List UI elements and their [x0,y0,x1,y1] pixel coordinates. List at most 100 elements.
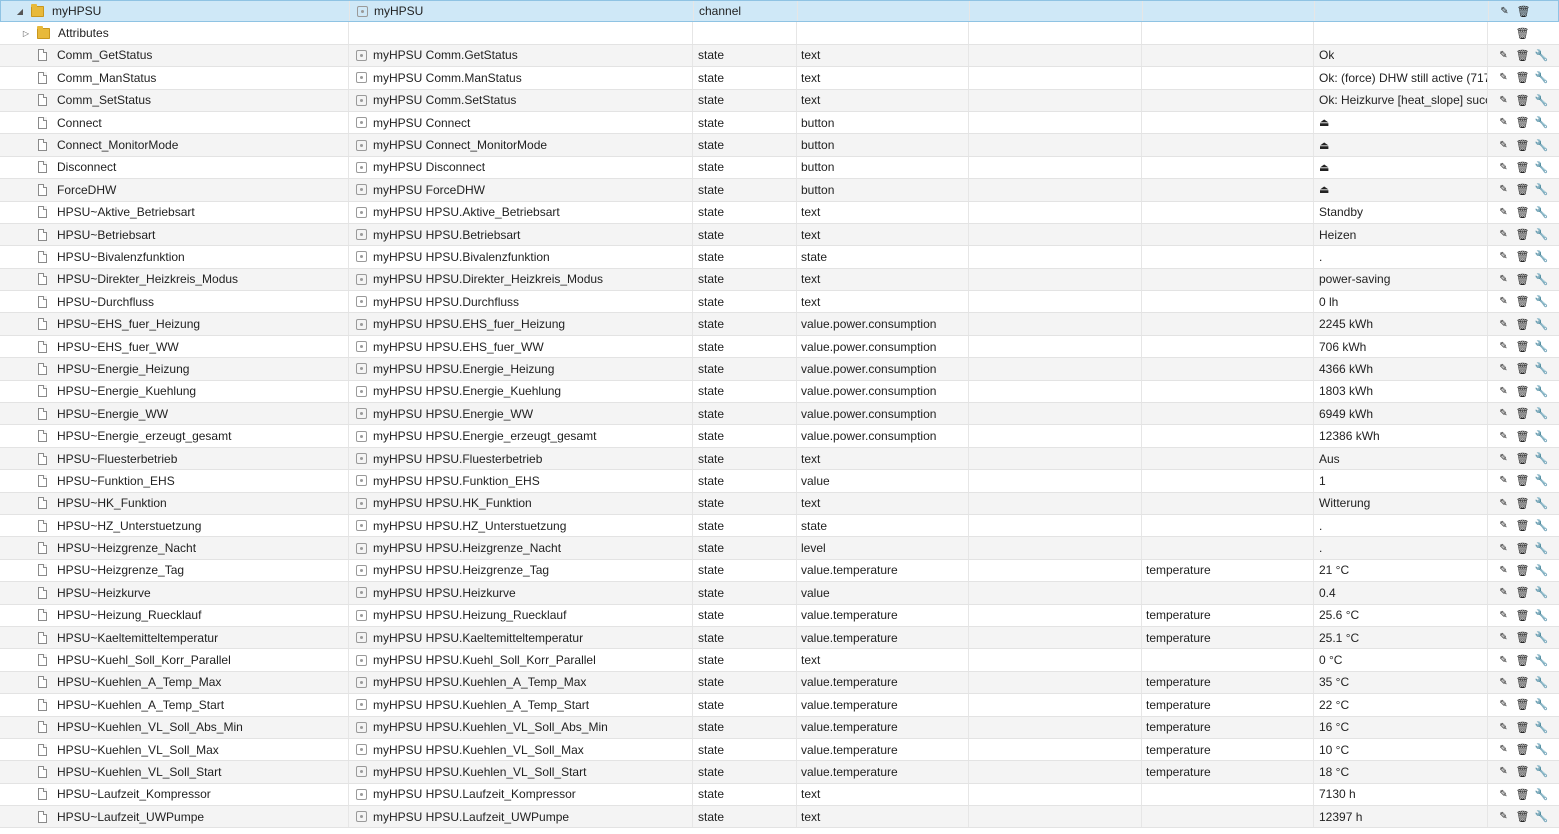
object-value[interactable]: 10 °C [1319,743,1349,757]
trash-icon[interactable]: 🗑 [1513,206,1532,219]
table-row[interactable]: Connect myHPSU Connect state button ⏏ ✎ 🗑 🔧 [0,111,1559,135]
object-value[interactable]: 35 °C [1319,675,1349,689]
table-row[interactable]: HPSU~Aktive_Betriebsart myHPSU HPSU.Aktiv… [0,201,1559,224]
value-cell[interactable]: 18 °C [1314,761,1488,783]
pencil-icon[interactable]: ✎ [1494,610,1513,621]
wrench-icon[interactable]: 🔧 [1532,452,1551,465]
object-value[interactable]: 6949 kWh [1319,407,1373,421]
object-value[interactable]: 0 °C [1319,653,1342,667]
object-value[interactable]: power-saving [1319,272,1390,286]
table-row[interactable]: HPSU~Durchfluss myHPSU HPSU.Durchfluss sta… [0,291,1559,314]
trash-icon[interactable]: 🗑 [1513,474,1532,487]
table-row[interactable]: HPSU~Heizkurve myHPSU HPSU.Heizkurve state… [0,582,1559,605]
pencil-icon[interactable]: ✎ [1494,677,1513,688]
eject-icon[interactable]: ⏏ [1319,161,1329,174]
object-value[interactable]: 0 lh [1319,295,1338,309]
pencil-icon[interactable]: ✎ [1494,72,1513,83]
object-value[interactable]: 12386 kWh [1319,429,1380,443]
trash-icon[interactable]: 🗑 [1513,542,1532,555]
value-cell[interactable]: 25.1 °C [1314,626,1488,649]
pencil-icon[interactable]: ✎ [1494,408,1513,419]
pencil-icon[interactable]: ✎ [1494,789,1513,800]
wrench-icon[interactable]: 🔧 [1532,474,1551,487]
wrench-icon[interactable]: 🔧 [1532,497,1551,510]
wrench-icon[interactable]: 🔧 [1532,340,1551,353]
trash-icon[interactable]: 🗑 [1513,250,1532,263]
value-cell[interactable]: 0 lh [1314,291,1488,313]
value-cell[interactable]: Ok [1314,44,1488,67]
value-cell[interactable]: 16 °C [1314,716,1488,738]
object-value[interactable]: Ok [1319,48,1334,62]
value-cell[interactable]: power-saving [1314,268,1488,291]
table-row[interactable]: HPSU~EHS_fuer_WW myHPSU HPSU.EHS_fuer_WW s… [0,335,1559,359]
table-row[interactable]: HPSU~Kaeltemitteltemperatur myHPSU HPSU.K… [0,626,1559,650]
value-cell[interactable]: 1 [1314,470,1488,492]
table-row[interactable]: HPSU~Direkter_Heizkreis_Modus myHPSU HPSU… [0,268,1559,292]
object-value[interactable]: . [1319,541,1322,555]
object-value[interactable]: Witterung [1319,496,1370,510]
trash-icon[interactable]: 🗑 [1513,273,1532,286]
tree-row-channel[interactable]: ◢ myHPSU myHPSU channel ✎ 🗑 [0,0,1559,23]
trash-icon[interactable]: 🗑 [1513,407,1532,420]
trash-icon[interactable]: 🗑 [1513,49,1532,62]
pencil-icon[interactable]: ✎ [1494,386,1513,397]
wrench-icon[interactable]: 🔧 [1532,94,1551,107]
object-value[interactable]: Ok: Heizkurve [heat_slope] succ [1319,93,1487,107]
table-row[interactable]: HPSU~Kuehlen_A_Temp_Start myHPSU HPSU.Kue… [0,694,1559,717]
value-cell[interactable]: 0 °C [1314,649,1488,671]
object-value[interactable]: Ok: (force) DHW still active (717 [1319,71,1487,85]
wrench-icon[interactable]: 🔧 [1532,743,1551,756]
value-cell[interactable]: 25.6 °C [1314,604,1488,626]
pencil-icon[interactable]: ✎ [1494,565,1513,576]
table-row[interactable]: Comm_GetStatus myHPSU Comm.GetStatus state… [0,44,1559,68]
table-row[interactable]: HPSU~Energie_Heizung myHPSU HPSU.Energie_… [0,358,1559,381]
object-value[interactable]: . [1319,250,1322,264]
wrench-icon[interactable]: 🔧 [1532,250,1551,263]
pencil-icon[interactable]: ✎ [1494,655,1513,666]
pencil-icon[interactable]: ✎ [1494,632,1513,643]
value-cell[interactable]: . [1314,537,1488,559]
object-value[interactable]: 16 °C [1319,720,1349,734]
value-cell[interactable]: Heizen [1314,223,1488,246]
value-cell[interactable]: 12386 kWh [1314,425,1488,447]
object-value[interactable]: 18 °C [1319,765,1349,779]
object-value[interactable]: Heizen [1319,228,1356,242]
wrench-icon[interactable]: 🔧 [1532,788,1551,801]
pencil-icon[interactable]: ✎ [1494,453,1513,464]
table-row[interactable]: HPSU~Energie_Kuehlung myHPSU HPSU.Energie… [0,380,1559,404]
wrench-icon[interactable]: 🔧 [1532,586,1551,599]
table-row[interactable]: HPSU~Fluesterbetrieb myHPSU HPSU.Fluester… [0,447,1559,471]
value-cell[interactable]: 10 °C [1314,738,1488,761]
eject-icon[interactable]: ⏏ [1319,183,1329,196]
wrench-icon[interactable]: 🔧 [1532,407,1551,420]
expanded-arrow-icon[interactable]: ◢ [15,7,25,16]
pencil-icon[interactable]: ✎ [1494,251,1513,262]
pencil-icon[interactable]: ✎ [1494,296,1513,307]
table-row[interactable]: HPSU~Heizung_Ruecklauf myHPSU HPSU.Heizun… [0,604,1559,627]
value-cell[interactable]: 7130 h [1314,783,1488,806]
table-row[interactable]: Disconnect myHPSU Disconnect state button ⏏ ✎… [0,156,1559,180]
object-value[interactable]: 2245 kWh [1319,317,1373,331]
wrench-icon[interactable]: 🔧 [1532,564,1551,577]
pencil-icon[interactable]: ✎ [1494,811,1513,822]
table-row[interactable]: Connect_MonitorMode myHPSU Connect_Monito… [0,134,1559,157]
object-value[interactable]: 7130 h [1319,787,1356,801]
wrench-icon[interactable]: 🔧 [1532,362,1551,375]
pencil-icon[interactable]: ✎ [1494,520,1513,531]
pencil-icon[interactable]: ✎ [1494,498,1513,509]
wrench-icon[interactable]: 🔧 [1532,698,1551,711]
object-value[interactable]: 1803 kWh [1319,384,1373,398]
wrench-icon[interactable]: 🔧 [1532,609,1551,622]
pencil-icon[interactable]: ✎ [1494,274,1513,285]
table-row[interactable]: HPSU~HK_Funktion myHPSU HPSU.HK_Funktion s… [0,492,1559,515]
pencil-icon[interactable]: ✎ [1494,229,1513,240]
pencil-icon[interactable]: ✎ [1494,50,1513,61]
pencil-icon[interactable]: ✎ [1494,363,1513,374]
pencil-icon[interactable]: ✎ [1494,587,1513,598]
pencil-icon[interactable]: ✎ [1494,207,1513,218]
wrench-icon[interactable]: 🔧 [1532,765,1551,778]
object-value[interactable]: 0.4 [1319,586,1336,600]
trash-icon[interactable]: 🗑 [1513,183,1532,196]
trash-icon[interactable]: 🗑 [1513,519,1532,532]
object-value[interactable]: 25.1 °C [1319,631,1359,645]
